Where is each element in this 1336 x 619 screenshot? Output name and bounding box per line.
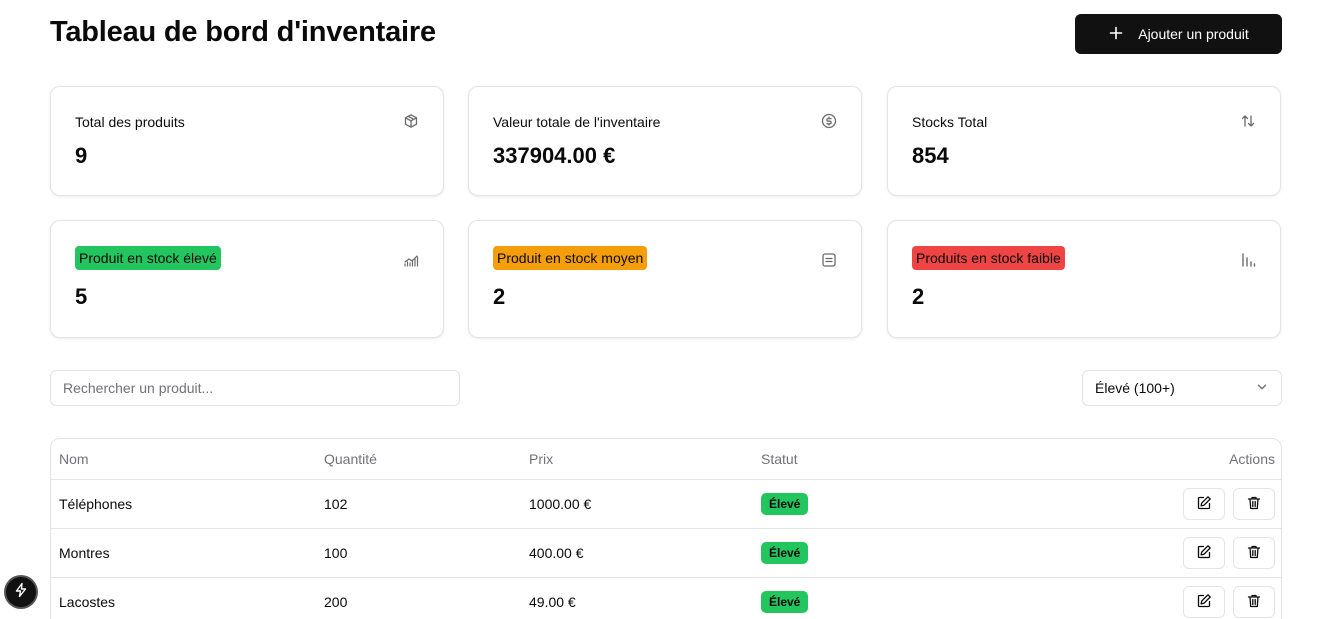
header-price: Prix [529, 451, 554, 467]
stat-card-total-stock: Stocks Total 854 [887, 86, 1281, 196]
edit-button[interactable] [1183, 488, 1225, 520]
trash-icon [1246, 495, 1262, 514]
stat-label: Total des produits [75, 114, 185, 130]
stat-value: 9 [75, 143, 88, 168]
arrows-up-down-icon [1240, 113, 1256, 129]
level-value: 2 [912, 284, 925, 309]
trash-icon [1246, 593, 1262, 612]
level-card-high: Produit en stock élevé 5 [50, 220, 444, 338]
add-product-button[interactable]: Ajouter un produit [1075, 14, 1282, 54]
edit-icon [1196, 544, 1212, 563]
inventory-dashboard: Tableau de bord d'inventaire Ajouter un … [0, 0, 1336, 619]
cell-name: Lacostes [59, 594, 116, 610]
cell-quantity: 100 [324, 545, 348, 561]
status-badge-medium: Produit en stock moyen [493, 246, 648, 270]
level-value: 2 [493, 284, 506, 309]
level-card-medium: Produit en stock moyen 2 [468, 220, 862, 338]
status-badge: Élevé [761, 493, 809, 515]
stat-card-inventory-value: Valeur totale de l'inventaire 337904.00 … [468, 86, 862, 196]
devtools-button[interactable] [6, 577, 36, 607]
select-value: Élevé (100+) [1095, 380, 1175, 396]
table-row: Lacostes 200 49.00 € Élevé [51, 578, 1281, 619]
stat-card-total-products: Total des produits 9 [50, 86, 444, 196]
header-actions: Actions [1229, 451, 1275, 467]
header-quantity: Quantité [324, 451, 377, 467]
box-icon [403, 113, 419, 129]
cell-price: 400.00 € [529, 545, 584, 561]
edit-icon [1196, 495, 1212, 514]
page-title: Tableau de bord d'inventaire [50, 16, 436, 48]
cell-price: 49.00 € [529, 594, 576, 610]
stat-value: 337904.00 € [493, 143, 616, 168]
bar-chart-icon [1240, 252, 1256, 268]
cell-name: Téléphones [59, 496, 133, 512]
header-name: Nom [59, 451, 89, 467]
stock-level-select[interactable]: Élevé (100+) [1082, 370, 1282, 406]
level-value: 5 [75, 284, 88, 309]
level-card-low: Produits en stock faible 2 [887, 220, 1281, 338]
delete-button[interactable] [1233, 586, 1275, 618]
status-badge: Élevé [761, 591, 809, 613]
cell-quantity: 102 [324, 496, 348, 512]
table-row: Montres 100 400.00 € Élevé [51, 529, 1281, 578]
edit-icon [1196, 593, 1212, 612]
cell-quantity: 200 [324, 594, 348, 610]
stat-value: 854 [912, 143, 949, 168]
edit-button[interactable] [1183, 586, 1225, 618]
trash-icon [1246, 544, 1262, 563]
plus-icon [1108, 25, 1124, 44]
status-badge: Élevé [761, 542, 809, 564]
search-input[interactable] [50, 370, 460, 406]
status-badge-low: Produits en stock faible [912, 246, 1065, 270]
lightning-icon [13, 582, 29, 603]
stat-label: Valeur totale de l'inventaire [493, 114, 661, 130]
edit-button[interactable] [1183, 537, 1225, 569]
header-status: Statut [761, 451, 798, 467]
trending-up-chart-icon [403, 252, 419, 268]
status-badge-high: Produit en stock élevé [75, 246, 221, 270]
cell-price: 1000.00 € [529, 496, 592, 512]
dollar-circle-icon [821, 113, 837, 129]
chevron-down-icon [1255, 380, 1269, 397]
delete-button[interactable] [1233, 488, 1275, 520]
list-icon [821, 252, 837, 268]
table-row: Téléphones 102 1000.00 € Élevé [51, 480, 1281, 529]
add-product-label: Ajouter un produit [1138, 26, 1249, 42]
delete-button[interactable] [1233, 537, 1275, 569]
cell-name: Montres [59, 545, 110, 561]
table-header-row: Nom Quantité Prix Statut Actions [51, 439, 1281, 480]
stat-label: Stocks Total [912, 114, 988, 130]
products-table: Nom Quantité Prix Statut Actions Télépho… [50, 438, 1282, 619]
